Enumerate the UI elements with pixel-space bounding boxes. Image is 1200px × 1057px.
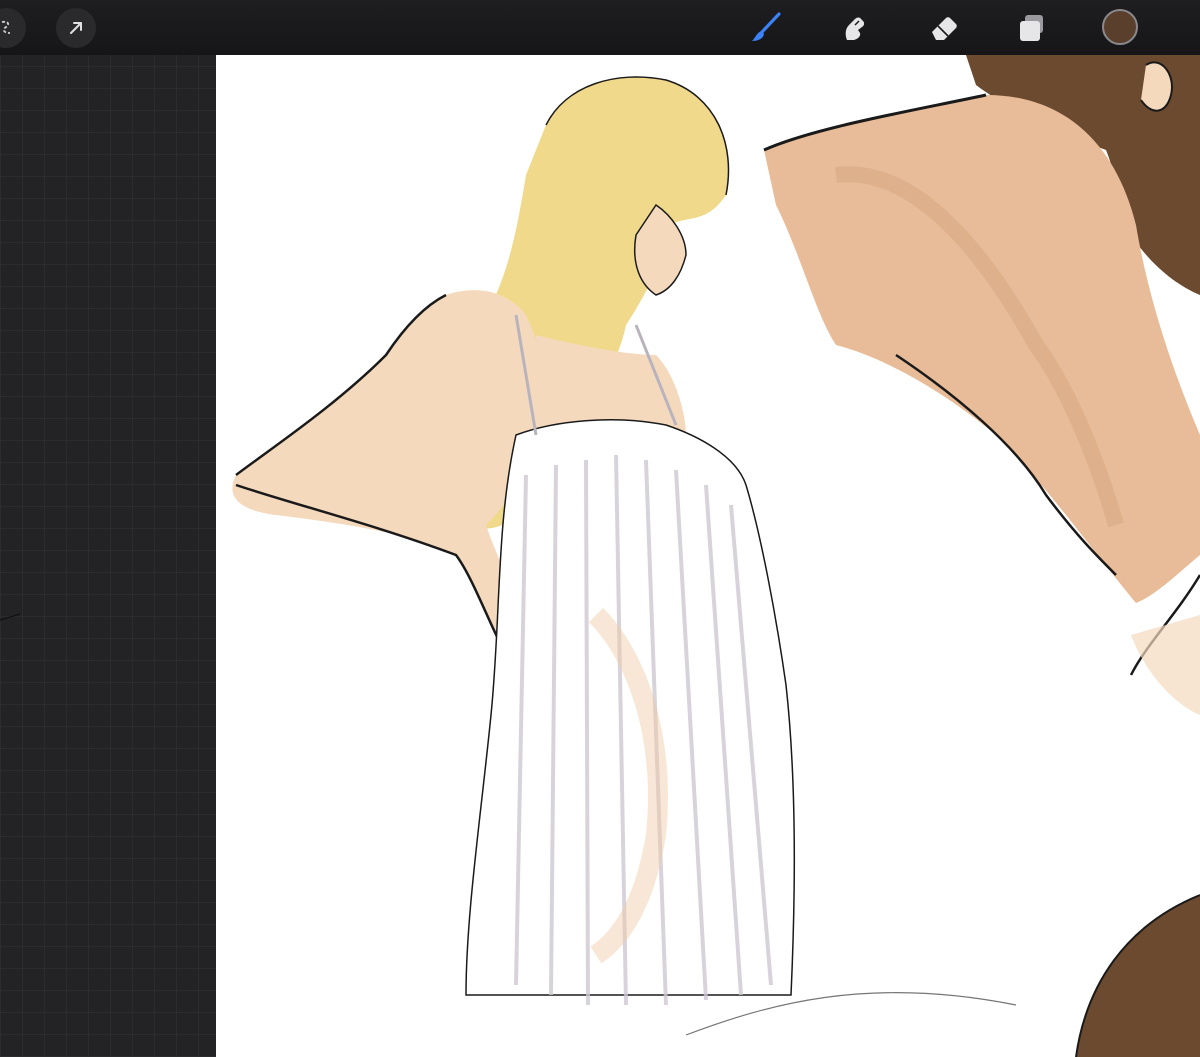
- brown-hair-bottom: [1076, 895, 1200, 1057]
- eraser-button[interactable]: [924, 8, 964, 48]
- layers-icon: [1020, 15, 1043, 41]
- selection-icon: [1, 20, 11, 34]
- procreate-app: [0, 0, 1200, 1057]
- smudge-button[interactable]: [834, 8, 874, 48]
- top-toolbar: [0, 0, 1200, 55]
- smudge-icon: [845, 17, 865, 40]
- layers-button[interactable]: [1012, 8, 1052, 48]
- brush-button[interactable]: [746, 8, 786, 48]
- drawing-canvas[interactable]: [216, 55, 1200, 1057]
- transform-arrow-icon: [70, 22, 82, 34]
- woman-arm-skin: [232, 290, 543, 649]
- brush-icon: [752, 12, 781, 41]
- color-swatch[interactable]: [1102, 9, 1138, 45]
- selection-button[interactable]: [0, 8, 26, 48]
- illustration: [232, 55, 1200, 1057]
- transform-button[interactable]: [56, 8, 96, 48]
- stray-stroke: [0, 613, 21, 621]
- eraser-icon: [932, 17, 957, 40]
